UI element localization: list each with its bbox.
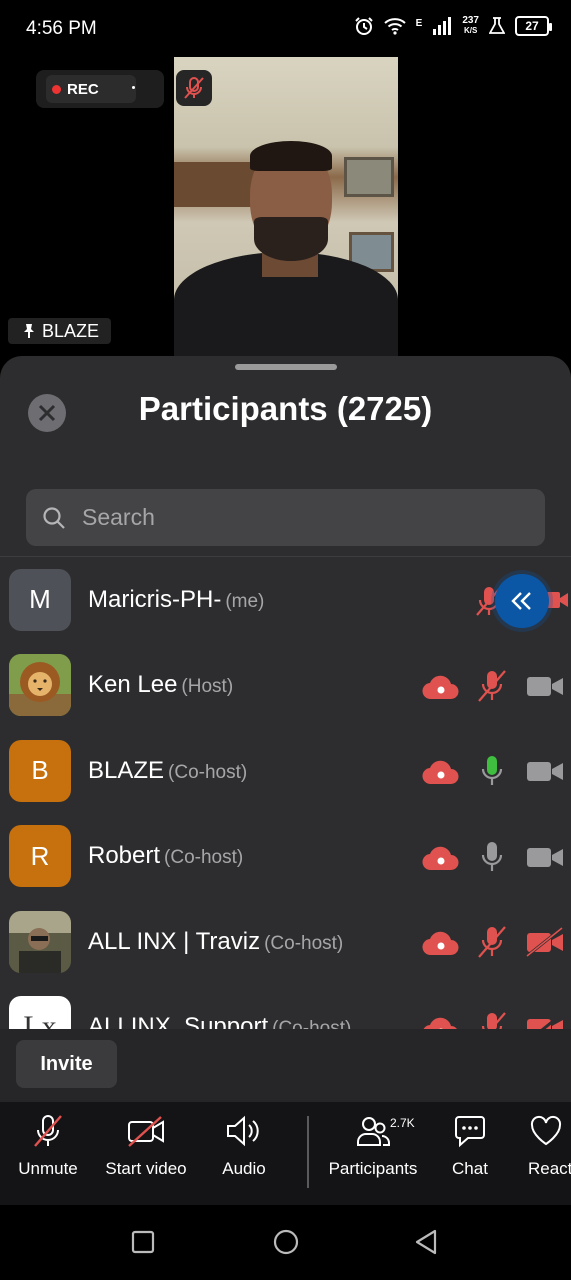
avatar bbox=[9, 654, 71, 717]
participants-list: M Maricris-PH- (me) Ken Lee (Host) B BLA… bbox=[0, 557, 571, 1031]
panel-title: Participants (2725) bbox=[138, 390, 433, 427]
participant-row[interactable]: M Maricris-PH- (me) bbox=[0, 557, 571, 643]
participant-name: Ken Lee (Host) bbox=[88, 671, 234, 699]
mic-muted-icon[interactable] bbox=[476, 669, 508, 703]
participant-role: (Host) bbox=[181, 676, 234, 698]
chat-label: Chat bbox=[452, 1159, 488, 1178]
audio-button[interactable]: Audio bbox=[214, 1114, 274, 1179]
back-button[interactable] bbox=[412, 1228, 440, 1256]
cloud-record-icon bbox=[421, 930, 461, 956]
mic-muted-icon[interactable] bbox=[476, 1011, 508, 1031]
chat-button[interactable]: Chat bbox=[448, 1114, 492, 1179]
cloud-record-icon bbox=[421, 845, 461, 871]
recording-indicator[interactable]: REC bbox=[36, 70, 164, 108]
speed-unit: K/S bbox=[463, 26, 478, 35]
participant-role: (Co-host) bbox=[264, 932, 344, 954]
meeting-toolbar: Unmute Start video Audio Participants 2.… bbox=[0, 1102, 571, 1205]
start-video-label: Start video bbox=[105, 1159, 187, 1178]
rec-label: REC bbox=[67, 80, 99, 98]
video-icon[interactable] bbox=[526, 845, 564, 869]
search-icon bbox=[43, 506, 65, 529]
active-speaker-name: BLAZE bbox=[42, 320, 100, 341]
rec-dot-icon bbox=[52, 84, 61, 94]
rec-badge: REC bbox=[46, 75, 136, 103]
participants-icon bbox=[357, 1117, 390, 1146]
participant-role: (Co-host) bbox=[168, 761, 248, 783]
toolbar-divider bbox=[307, 1116, 309, 1188]
participant-name: ALL INX | Traviz (Co-host) bbox=[88, 927, 344, 955]
participant-row[interactable]: Ken Lee (Host) bbox=[0, 643, 571, 729]
video-icon[interactable] bbox=[526, 674, 564, 698]
video-off-icon[interactable] bbox=[526, 927, 564, 957]
battery-icon: 27 bbox=[515, 16, 552, 36]
avatar bbox=[9, 910, 71, 973]
speaker-mic-muted-icon bbox=[176, 70, 212, 106]
cloud-record-icon bbox=[421, 759, 461, 785]
participants-label: Participants bbox=[328, 1159, 418, 1178]
alarm-icon bbox=[354, 17, 373, 35]
rec-status-dot bbox=[132, 86, 135, 89]
video-icon[interactable] bbox=[526, 759, 564, 783]
speaker-icon bbox=[227, 1115, 259, 1147]
status-time: 4:56 PM bbox=[26, 18, 97, 39]
speed-indicator: 237 K/S bbox=[462, 16, 479, 36]
avatar: M bbox=[9, 568, 71, 631]
mic-icon[interactable] bbox=[479, 840, 505, 874]
start-video-button[interactable]: Start video bbox=[102, 1114, 190, 1179]
home-button[interactable] bbox=[272, 1228, 300, 1256]
participant-row[interactable]: ALL INX | Traviz (Co-host) bbox=[0, 899, 571, 985]
participant-role: (me) bbox=[225, 590, 265, 612]
double-chevron-left-icon bbox=[511, 592, 531, 610]
participant-name: BLAZE (Co-host) bbox=[88, 756, 248, 784]
audio-label: Audio bbox=[222, 1159, 266, 1178]
collapse-toolbar-button[interactable] bbox=[495, 574, 549, 628]
participant-row[interactable]: Lx ALLINX_Support (Co-host) bbox=[0, 985, 571, 1031]
participants-count-badge: 2.7K bbox=[390, 1116, 415, 1130]
wifi-icon bbox=[383, 18, 406, 35]
search-input[interactable] bbox=[82, 504, 502, 531]
participant-name: Maricris-PH- (me) bbox=[88, 585, 265, 613]
chat-icon bbox=[455, 1116, 485, 1148]
lion-avatar-image bbox=[9, 654, 71, 717]
react-button[interactable]: React bbox=[528, 1114, 571, 1179]
mic-muted-icon[interactable] bbox=[476, 925, 508, 959]
speed-value: 237 bbox=[462, 15, 479, 26]
search-box[interactable] bbox=[26, 489, 545, 546]
heart-icon bbox=[530, 1115, 562, 1146]
cloud-record-icon bbox=[421, 674, 461, 700]
avatar: B bbox=[9, 739, 71, 802]
participant-role: (Co-host) bbox=[164, 847, 244, 869]
system-nav-bar bbox=[0, 1205, 571, 1280]
invite-button[interactable]: Invite bbox=[16, 1040, 117, 1088]
status-icons: E 237 K/S 27 bbox=[354, 16, 552, 36]
avatar: Lx bbox=[9, 996, 71, 1031]
mic-speaking-icon[interactable] bbox=[479, 754, 505, 788]
network-type: E bbox=[415, 18, 423, 29]
recents-button[interactable] bbox=[130, 1229, 156, 1255]
participant-row[interactable]: R Robert (Co-host) bbox=[0, 814, 571, 900]
active-speaker-label: BLAZE bbox=[8, 318, 111, 344]
signal-icon bbox=[433, 17, 452, 35]
participant-row[interactable]: B BLAZE (Co-host) bbox=[0, 728, 571, 814]
react-label: React bbox=[528, 1159, 571, 1178]
unmute-button[interactable]: Unmute bbox=[14, 1114, 82, 1179]
avatar: R bbox=[9, 825, 71, 888]
status-bar: 4:56 PM E 237 K/S 27 bbox=[0, 0, 571, 58]
participants-sheet: Participants (2725) M Maricris-PH-(me) K… bbox=[0, 356, 571, 1102]
unmute-label: Unmute bbox=[18, 1159, 78, 1178]
video-off-icon bbox=[128, 1116, 164, 1147]
flask-icon bbox=[489, 17, 505, 34]
pin-icon bbox=[24, 324, 34, 338]
mic-muted-icon bbox=[34, 1115, 62, 1147]
traviz-avatar-image bbox=[9, 910, 71, 973]
drag-handle[interactable] bbox=[235, 364, 337, 370]
participant-name: Robert (Co-host) bbox=[88, 842, 244, 870]
